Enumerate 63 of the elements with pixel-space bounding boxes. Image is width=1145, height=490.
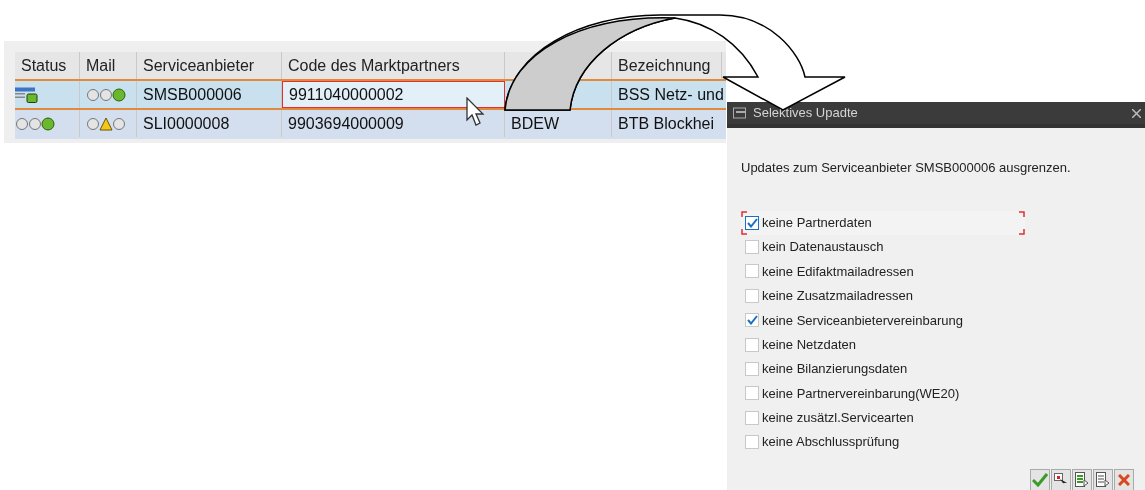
checkbox-option[interactable]: keine Bilanzierungsdaten (741, 356, 1025, 382)
checkmark-icon (746, 315, 758, 326)
dialog-message: Updates zum Serviceanbieter SMSB000006 ausgrenzen. (741, 159, 1072, 177)
checkbox[interactable] (745, 313, 759, 328)
checkbox-option[interactable]: keine zusätzl.Servicearten (741, 405, 1025, 430)
table-cell-text: SMSB000006 (143, 84, 242, 105)
option-label: keine zusätzl.Servicearten (762, 409, 914, 428)
column-header[interactable]: Mail (86, 53, 116, 78)
option-label: keine Zusatzmailadressen (762, 287, 914, 306)
confirm-button[interactable] (1030, 469, 1050, 490)
document-button[interactable] (1093, 469, 1113, 490)
table-cell-text: BDEW (511, 113, 559, 134)
traffic-light-icon (86, 87, 126, 102)
option-label: keine Partnerdaten (762, 213, 872, 232)
option-label: keine Edifaktmailadressen (762, 262, 914, 281)
checkbox[interactable] (745, 288, 759, 303)
option-label: keine Bilanzierungsdaten (762, 360, 908, 379)
document-list-icon (1096, 472, 1110, 488)
checkbox[interactable] (745, 215, 759, 230)
check-icon (1032, 473, 1048, 487)
column-header[interactable]: Serviceanbieter (143, 53, 255, 78)
checkbox[interactable] (745, 386, 759, 401)
option-label: keine Serviceanbietervereinbarung (762, 311, 963, 330)
mouse-pointer-icon (466, 97, 486, 127)
checkbox[interactable] (745, 240, 759, 255)
checkbox[interactable] (745, 362, 759, 377)
option-label: keine Netzdaten (762, 335, 856, 354)
table-cell-text: BSS Netz- und (618, 84, 724, 105)
checkbox-option[interactable]: keine Partnervereinbarung(WE20) (741, 381, 1025, 406)
table-cell-text: BTB Blockhei (618, 113, 715, 134)
document-status-icon (15, 86, 39, 103)
column-header[interactable]: Bezeichnung (618, 53, 711, 78)
close-icon (1118, 474, 1130, 486)
window-icon (733, 107, 747, 119)
table-row[interactable]: SLI0000008 9903694000009 BDEW BTB Blockhei (15, 110, 726, 139)
traffic-light-icon (15, 116, 55, 131)
checkbox-option[interactable]: keine Serviceanbietervereinbarung (741, 308, 1025, 333)
checkbox[interactable] (745, 264, 759, 279)
checkbox-option[interactable]: keine Partnerdaten (741, 210, 1025, 235)
close-icon[interactable] (1132, 108, 1141, 118)
checkbox-option[interactable]: keine Netzdaten (741, 332, 1025, 357)
document-button[interactable] (1072, 469, 1092, 490)
option-label: keine Partnervereinbarung(WE20) (762, 384, 960, 403)
code-cell[interactable]: 9911040000002 (282, 81, 505, 108)
table-cell-text: SLI0000008 (143, 113, 230, 134)
checkbox-option[interactable]: keine Edifaktmailadressen (741, 259, 1025, 284)
checkbox[interactable] (745, 435, 759, 450)
checkmark-icon (746, 217, 758, 228)
traffic-light-icon (86, 116, 126, 131)
checkbox-option[interactable]: keine Zusatzmailadressen (741, 283, 1025, 309)
column-header[interactable]: Code des Marktpartners (288, 53, 460, 78)
document-list-icon (1075, 472, 1089, 488)
option-label: keine Abschlussprüfung (762, 433, 900, 452)
checkbox[interactable] (745, 410, 759, 425)
column-header[interactable]: Status (21, 53, 67, 78)
option-label: kein Datenaustausch (762, 238, 884, 257)
checkbox-option[interactable]: keine Abschlussprüfung (741, 430, 1025, 455)
cancel-button[interactable] (1114, 469, 1134, 490)
dialog-title: Selektives Upadte (753, 104, 858, 123)
table-row[interactable]: SMSB000006 9911040000002 BSS Netz- und (15, 81, 726, 110)
checkbox[interactable] (745, 337, 759, 352)
checkbox-option[interactable]: kein Datenaustausch (741, 234, 1025, 260)
select-button[interactable] (1051, 469, 1071, 490)
